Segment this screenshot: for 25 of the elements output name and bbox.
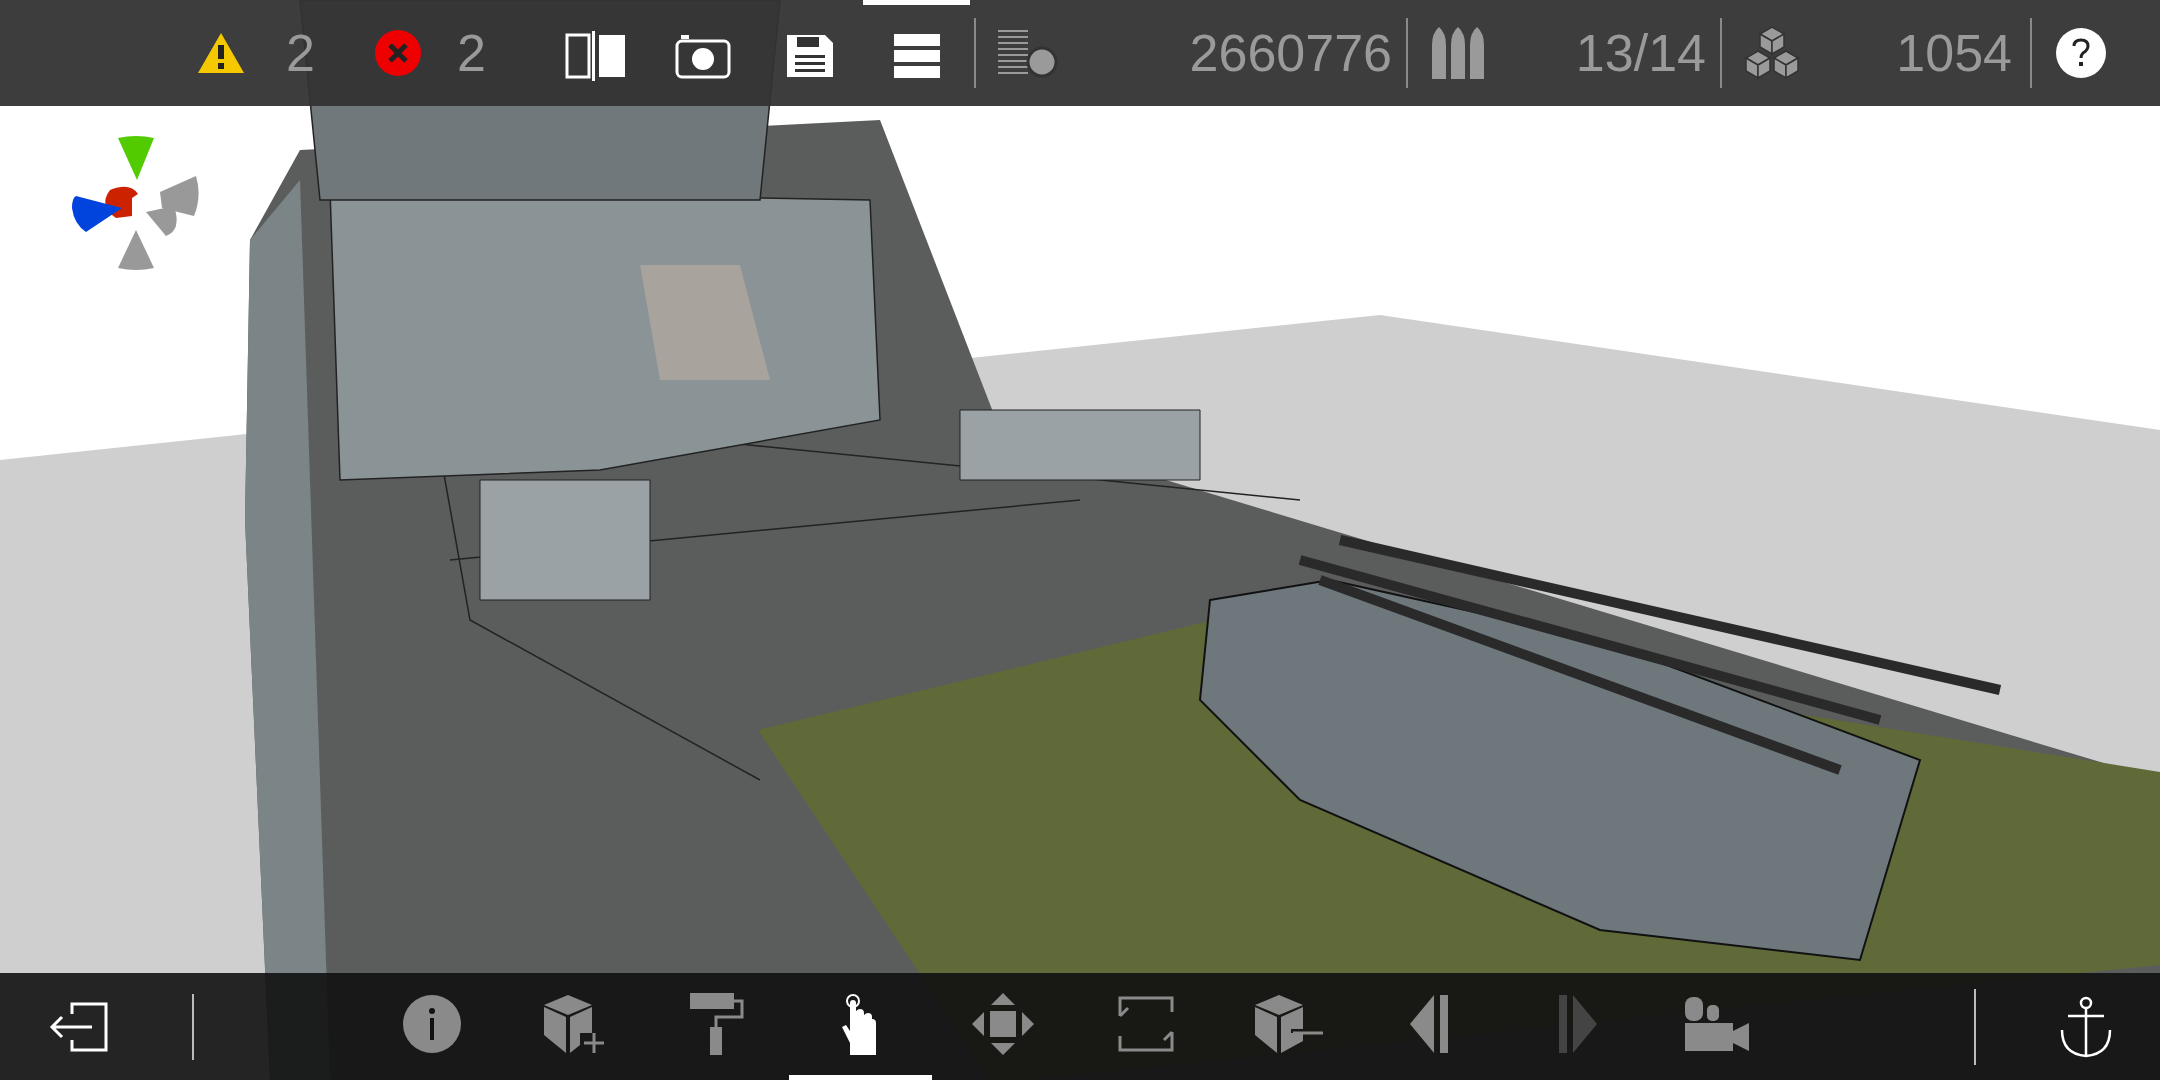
save-icon [784, 32, 835, 79]
fit-view-icon [1118, 996, 1175, 1052]
error-count: 2 [456, 27, 486, 79]
paint-roller-icon [689, 993, 746, 1055]
camera-icon [674, 32, 731, 79]
cube-minus-icon [1253, 993, 1326, 1055]
help-button[interactable] [2056, 28, 2106, 78]
question-icon [2071, 38, 2091, 68]
render-icon [998, 28, 1058, 78]
warning-icon [196, 31, 246, 75]
info-icon [403, 995, 462, 1053]
orientation-gizmo-icon [70, 134, 200, 270]
stat-value: 1054 [1895, 27, 2012, 79]
warning-count: 2 [286, 27, 315, 79]
stat-value: 2660776 [1188, 27, 1392, 79]
split-view-icon [564, 30, 627, 81]
menu-icon [893, 33, 940, 78]
move-arrows-icon [972, 993, 1035, 1055]
stat-value: 13/14 [1574, 27, 1706, 79]
exit-icon [47, 1001, 108, 1052]
video-camera-icon [1684, 997, 1751, 1051]
bullets-icon [1430, 27, 1486, 79]
cubes-icon [1742, 25, 1802, 81]
error-icon [374, 30, 421, 76]
anchor-icon [2060, 995, 2113, 1058]
